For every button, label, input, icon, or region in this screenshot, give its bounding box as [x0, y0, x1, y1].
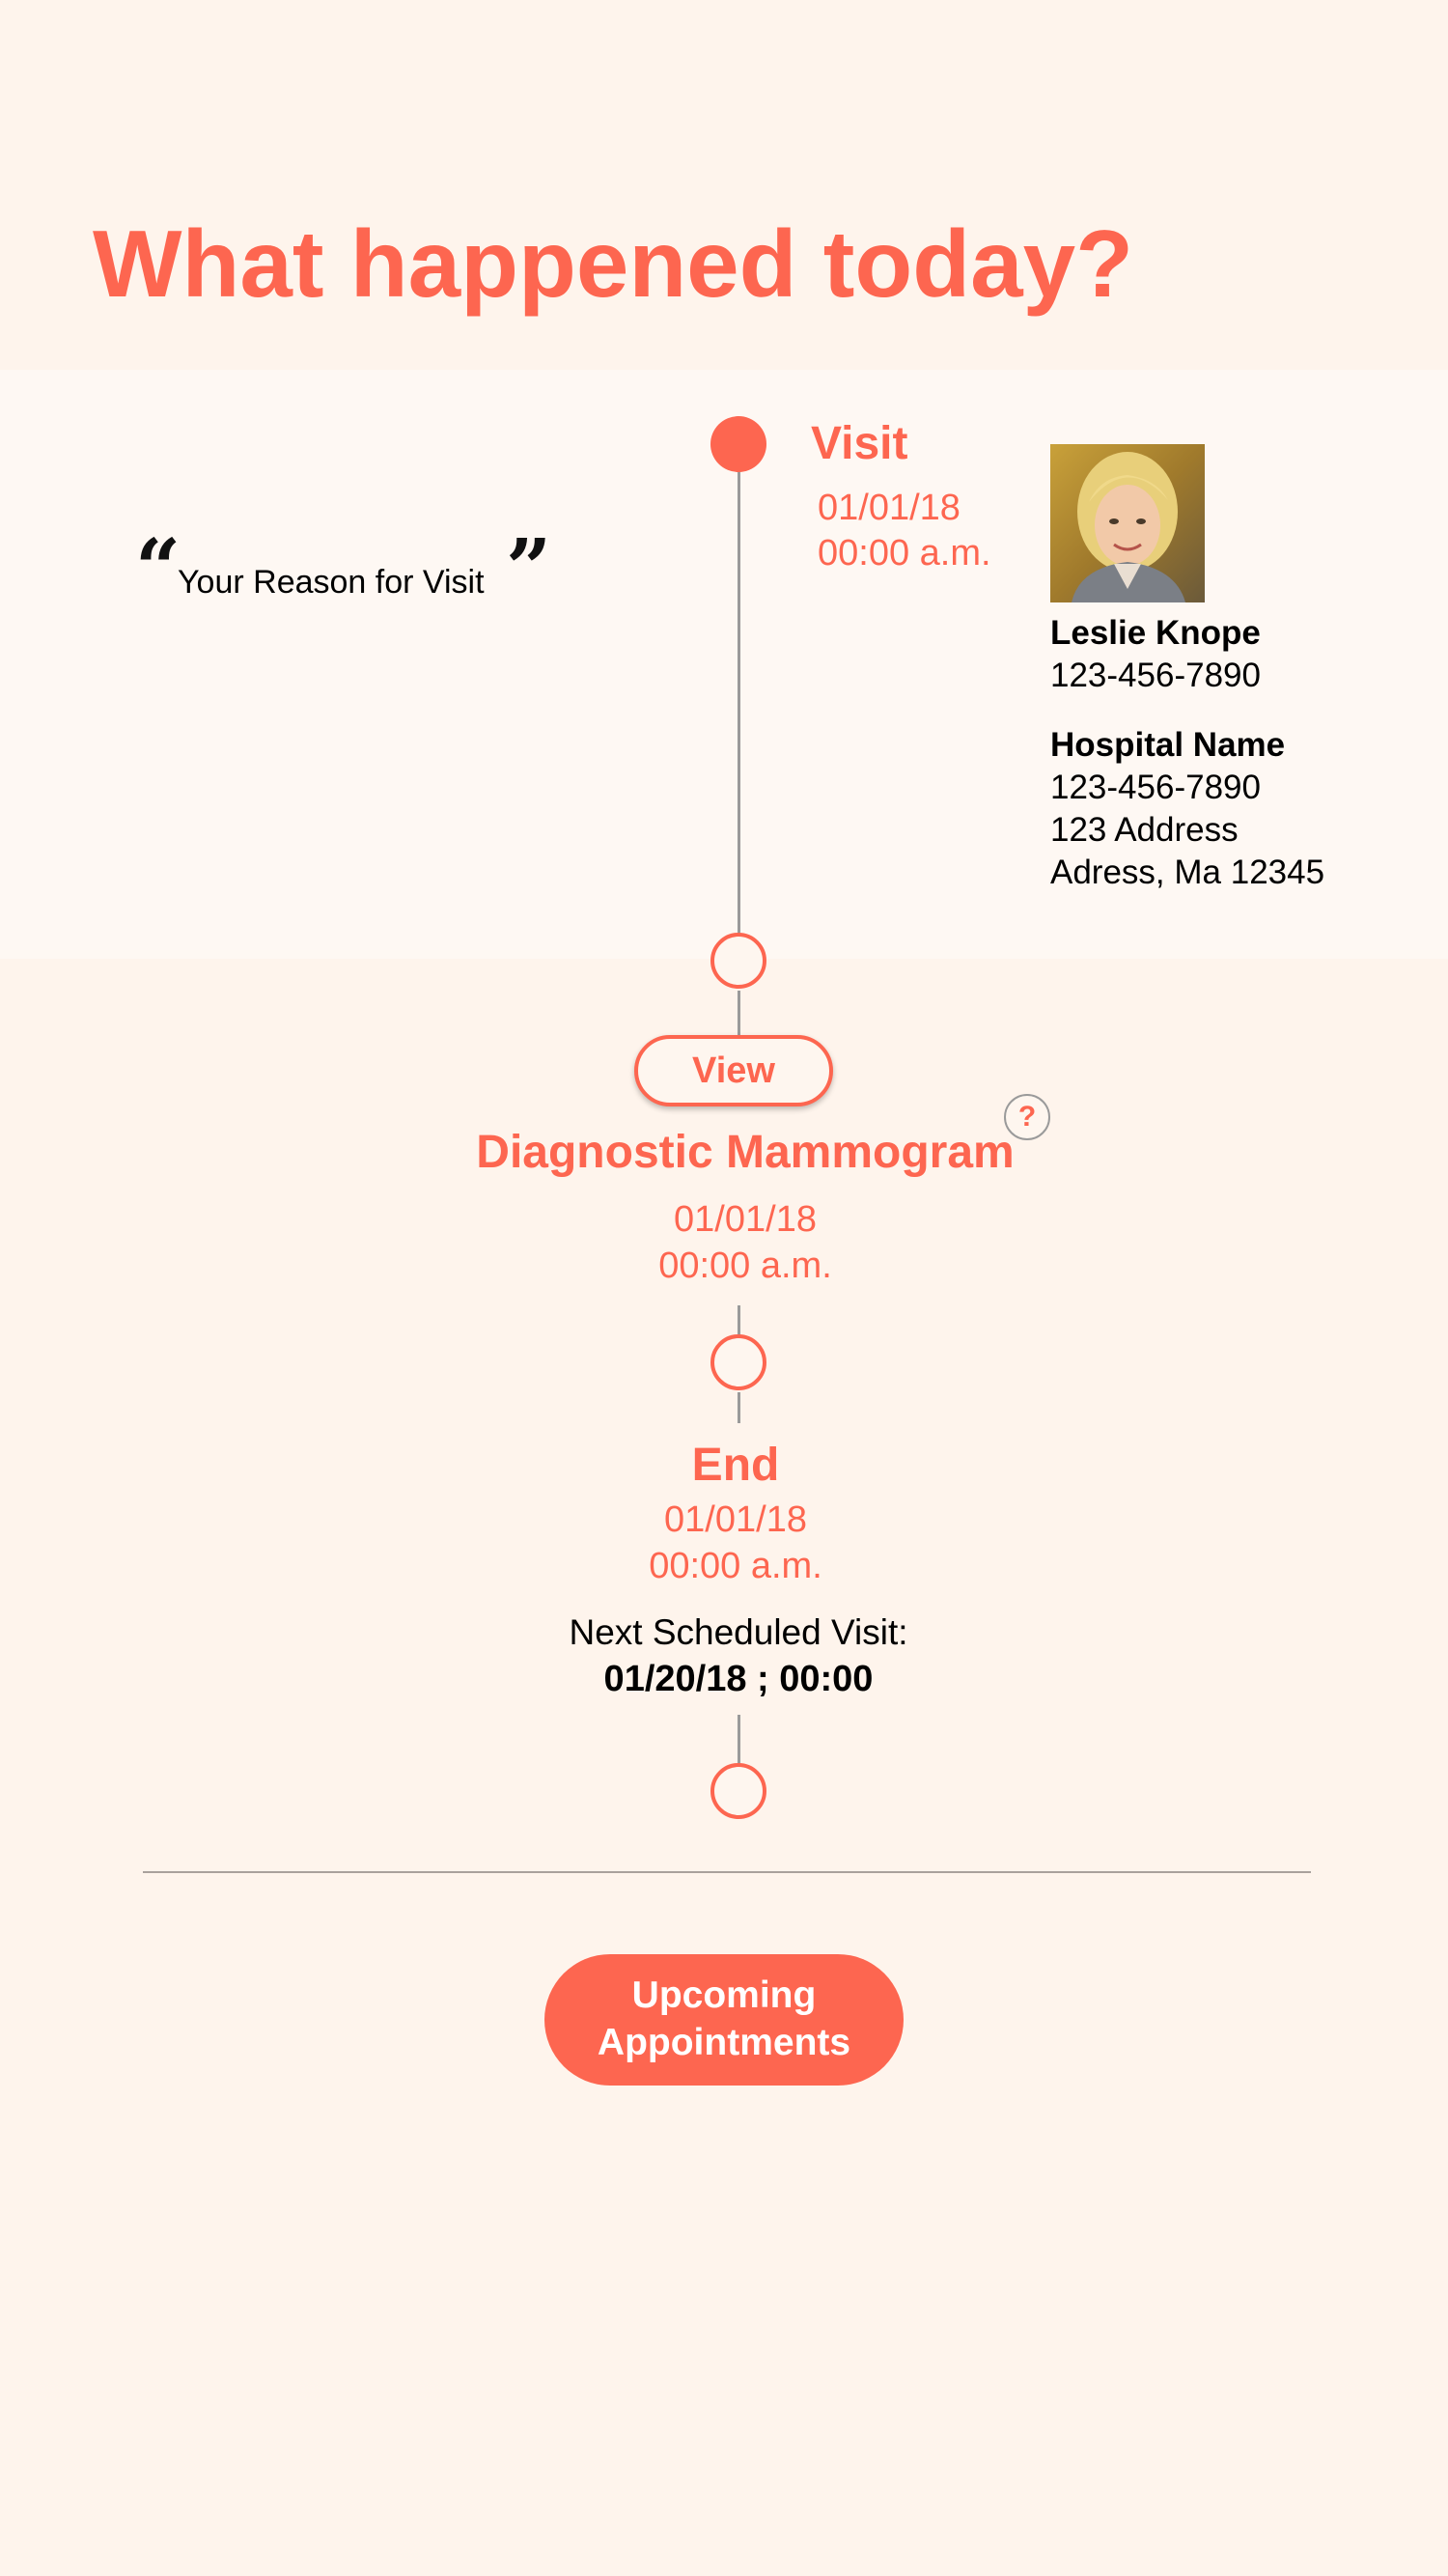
hospital-name: Hospital Name — [1050, 726, 1286, 764]
upcoming-button-line2: Appointments — [597, 2022, 851, 2063]
quote-open-icon: “ — [135, 522, 181, 615]
hospital-address-line1: 123 Address — [1050, 811, 1239, 849]
timeline-node-visit — [710, 416, 766, 472]
doctor-name: Leslie Knope — [1050, 614, 1261, 652]
diagnostic-label: Diagnostic Mammogram — [476, 1127, 1015, 1178]
timeline-node-end[interactable] — [710, 1334, 766, 1390]
diagnostic-time: 00:00 a.m. — [658, 1246, 832, 1286]
end-time: 00:00 a.m. — [649, 1546, 822, 1586]
diagnostic-date: 01/01/18 — [674, 1199, 817, 1240]
timeline-line-end-top — [738, 1392, 740, 1423]
view-button[interactable]: View — [634, 1035, 833, 1106]
doctor-phone[interactable]: 123-456-7890 — [1050, 657, 1261, 695]
next-visit-label: Next Scheduled Visit: — [569, 1612, 908, 1652]
timeline-node-next[interactable] — [710, 1763, 766, 1819]
doctor-avatar — [1050, 444, 1205, 602]
next-visit-datetime: 01/20/18 ; 00:00 — [603, 1659, 874, 1699]
visit-time: 00:00 a.m. — [818, 533, 991, 574]
section-divider — [143, 1871, 1311, 1873]
visit-label: Visit — [811, 418, 908, 469]
hospital-address-line2: Adress, Ma 12345 — [1050, 854, 1325, 891]
timeline-line-view — [738, 991, 740, 1039]
visit-date: 01/01/18 — [818, 488, 961, 528]
upcoming-appointments-button[interactable]: Upcoming Appointments — [544, 1954, 904, 2086]
upcoming-button-line1: Upcoming — [631, 1974, 817, 2017]
quote-close-icon: ” — [506, 522, 552, 615]
reason-for-visit[interactable]: Your Reason for Visit — [178, 564, 485, 602]
timeline-line-visit — [738, 471, 740, 937]
hospital-phone[interactable]: 123-456-7890 — [1050, 769, 1261, 807]
page-title: What happened today? — [93, 210, 1133, 317]
timeline-node-diagnostic[interactable] — [710, 933, 766, 989]
end-date: 01/01/18 — [664, 1499, 807, 1540]
end-label: End — [691, 1440, 780, 1491]
